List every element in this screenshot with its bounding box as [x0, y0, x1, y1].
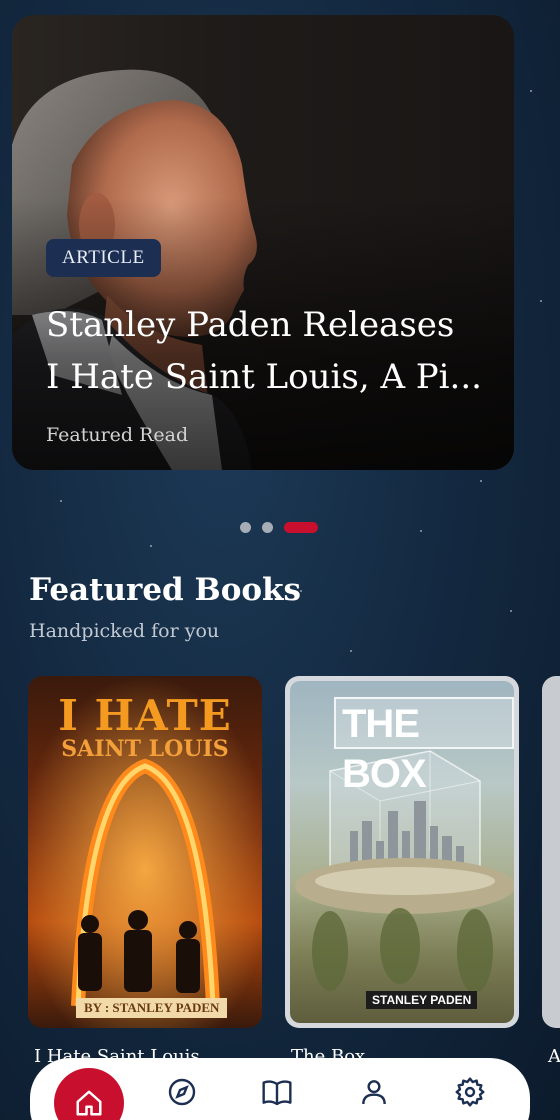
carousel-dot[interactable] — [262, 522, 273, 533]
hero-title-line1: Stanley Paden Releases — [46, 305, 455, 345]
book-cover-title: THE BOX — [334, 697, 514, 796]
book-card-i-hate-saint-louis[interactable]: I HATE SAINT LOUIS BY : STANLEY PADEN — [28, 676, 262, 1028]
article-badge: ARTICLE — [46, 239, 161, 277]
book-cover-author: BY : STANLEY PADEN — [76, 998, 228, 1018]
compass-icon — [168, 1078, 196, 1106]
carousel-indicator — [240, 522, 318, 533]
book-cover-title: I HATE — [58, 691, 232, 740]
book-open-icon — [262, 1080, 292, 1106]
hero-title-line2: I Hate Saint Louis, A Pi... — [46, 357, 482, 397]
featured-article-card[interactable]: ARTICLE Stanley Paden Releases I Hate Sa… — [12, 15, 514, 470]
book-cover-author: STANLEY PADEN — [366, 991, 478, 1009]
section-title: Featured Books — [29, 572, 301, 608]
carousel-dot[interactable] — [240, 522, 251, 533]
hero-subtitle: Featured Read — [46, 424, 189, 446]
nav-settings-button[interactable] — [454, 1076, 490, 1112]
hero-title[interactable]: Stanley Paden Releases I Hate Saint Loui… — [46, 299, 496, 403]
carousel-dot-active[interactable] — [284, 522, 318, 533]
user-icon — [362, 1080, 386, 1105]
nav-library-button[interactable] — [260, 1076, 296, 1112]
nav-explore-button[interactable] — [166, 1076, 202, 1112]
nav-home-button[interactable] — [54, 1068, 124, 1120]
book-card-the-box[interactable]: THE BOX STANLEY PADEN — [285, 676, 519, 1028]
home-icon — [76, 1090, 102, 1116]
section-subtitle: Handpicked for you — [29, 620, 220, 642]
bottom-navigation-bar — [30, 1058, 530, 1120]
book-card-partial[interactable] — [542, 676, 560, 1028]
book-title-label[interactable]: A — [548, 1046, 560, 1067]
gear-icon — [455, 1077, 485, 1107]
nav-profile-button[interactable] — [358, 1076, 394, 1112]
book-cover-subtitle: SAINT LOUIS — [61, 736, 229, 762]
